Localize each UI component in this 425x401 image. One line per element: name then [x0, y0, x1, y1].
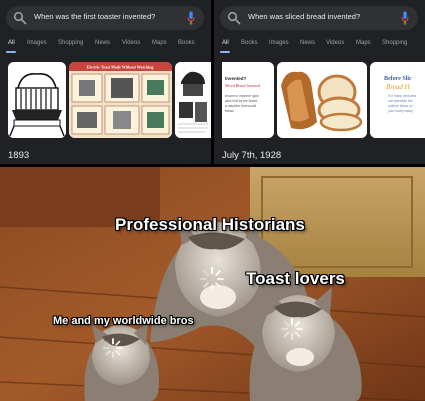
card-script: Bread H	[386, 83, 410, 91]
label-professional-historians: Professional Historians	[115, 215, 305, 234]
search-query[interactable]: When was sliced bread invented?	[248, 12, 360, 21]
tab-books[interactable]: Books	[241, 40, 258, 46]
tab-news[interactable]: News	[300, 40, 315, 46]
search-icon	[227, 11, 241, 25]
article-line: known to improve upon	[225, 94, 260, 98]
image-result-toaster-sketch[interactable]	[8, 62, 66, 138]
tab-videos[interactable]: Videos	[326, 40, 344, 46]
search-tabs: All Images Shopping News Videos Maps Boo…	[0, 38, 211, 53]
image-results-strip: Electric Toast Made Without Watching	[8, 62, 211, 138]
card-line: uniform slices yo	[388, 104, 413, 108]
search-bar[interactable]: When was sliced bread invented?	[220, 6, 418, 30]
tab-images[interactable]: Images	[27, 40, 47, 46]
answer-date: July 7th, 1928	[222, 150, 282, 161]
card-title: Before Slic	[384, 76, 412, 82]
card-line: For many centuries	[388, 94, 417, 98]
active-tab-indicator	[220, 51, 230, 53]
tab-news[interactable]: News	[95, 40, 110, 46]
tab-all[interactable]: All	[8, 40, 15, 46]
image-result-diagram[interactable]	[175, 62, 211, 138]
tab-shopping[interactable]: Shopping	[58, 40, 83, 46]
cats-photo	[0, 167, 425, 401]
image-result-vintage-ad[interactable]: Electric Toast Made Without Watching	[69, 62, 172, 138]
card-line: your lovely today	[388, 109, 413, 113]
search-tabs: All Books Images News Videos Maps Shoppi…	[214, 38, 425, 53]
tab-shopping[interactable]: Shopping	[382, 40, 407, 46]
vintage-toaster-ad-image: Electric Toast Made Without Watching	[69, 62, 172, 138]
tab-images[interactable]: Images	[269, 40, 289, 46]
tab-videos[interactable]: Videos	[122, 40, 140, 46]
search-icon	[13, 11, 27, 25]
search-query[interactable]: When was the first toaster invented?	[34, 12, 155, 21]
article-title: Invented?	[225, 76, 247, 81]
tab-maps[interactable]: Maps	[356, 40, 371, 46]
article-subtitle: Sliced Bread Invented	[225, 83, 261, 88]
search-bar[interactable]: When was the first toaster invented?	[6, 6, 204, 30]
right-search-screen: When was sliced bread invented? All Book…	[214, 0, 425, 164]
tab-books[interactable]: Books	[178, 40, 195, 46]
sliced-bread-image	[277, 62, 367, 138]
tab-maps[interactable]: Maps	[152, 40, 167, 46]
tab-all[interactable]: All	[222, 40, 229, 46]
active-tab-indicator	[6, 51, 16, 53]
microphone-icon[interactable]	[187, 11, 195, 25]
ad-headline: Electric Toast Made Without Watching	[87, 65, 154, 70]
article-line: slice loaf by the bread	[225, 99, 258, 103]
card-line: not resemble the	[388, 99, 413, 103]
microphone-icon[interactable]	[401, 11, 409, 25]
article-line: bread	[225, 109, 234, 113]
left-search-screen: When was the first toaster invented? All…	[0, 0, 211, 164]
image-result-before-sliced[interactable]: Before Slic Bread H For many centuries n…	[370, 62, 425, 138]
label-me-and-bros: Me and my worldwide bros	[53, 315, 194, 327]
image-result-article[interactable]: Invented? Sliced Bread Invented known to…	[222, 62, 274, 138]
image-result-bread[interactable]	[277, 62, 367, 138]
toaster-sketch-image	[8, 62, 66, 138]
cats-loading-meme: Professional Historians Toast lovers Me …	[0, 167, 425, 401]
label-toast-lovers: Toast lovers	[246, 269, 345, 288]
article-line: a machine that would	[225, 104, 257, 108]
answer-year: 1893	[8, 150, 30, 161]
image-results-strip: Invented? Sliced Bread Invented known to…	[222, 62, 425, 138]
toaster-diagram-image	[175, 62, 211, 138]
